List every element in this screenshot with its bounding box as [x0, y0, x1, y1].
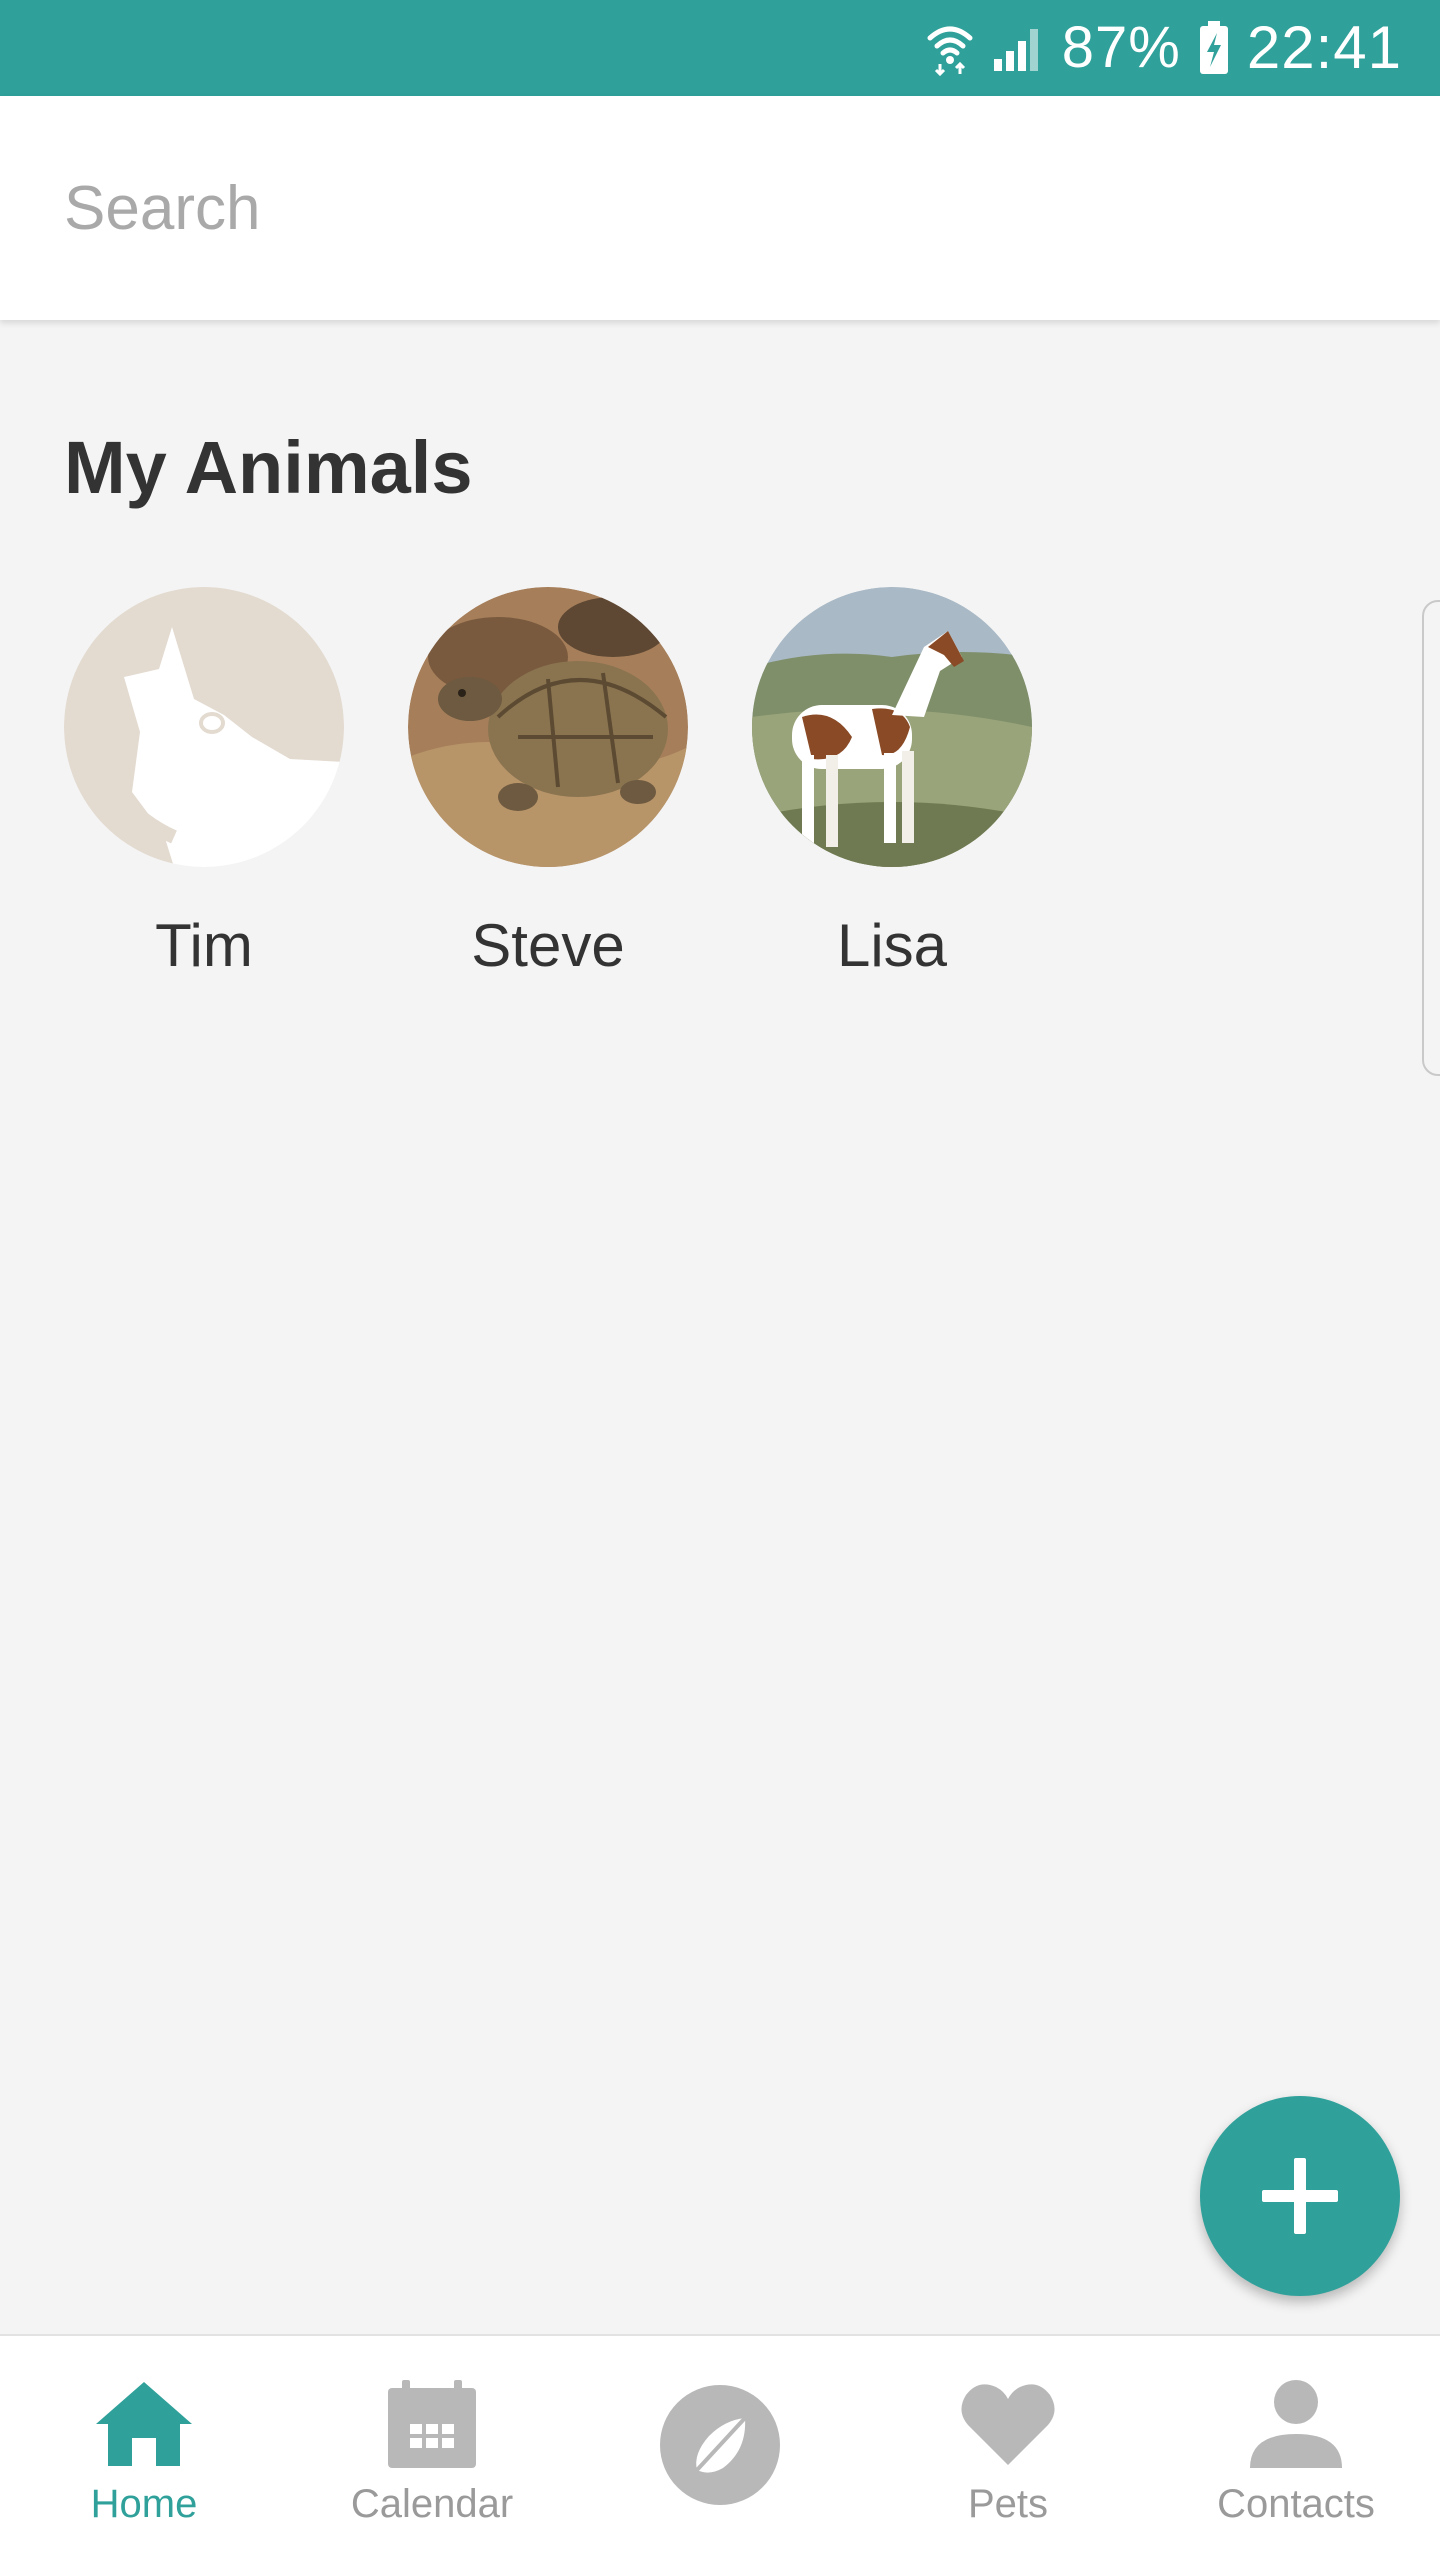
search-bar [0, 96, 1440, 320]
home-icon [96, 2382, 192, 2466]
bottom-nav: Home Calendar Pets Contacts [0, 2334, 1440, 2560]
animal-name: Lisa [836, 912, 948, 979]
battery-percent: 87% [1061, 15, 1181, 80]
person-icon [1250, 2380, 1342, 2468]
nav-explore[interactable] [576, 2336, 864, 2560]
nav-label: Pets [967, 2482, 1049, 2526]
app-screen: 87% 22:41 My Animals Tim [0, 0, 1440, 2560]
heart-icon [961, 2384, 1055, 2465]
animal-name: Tim [155, 912, 253, 979]
nav-home[interactable]: Home [0, 2336, 288, 2560]
nav-label: Contacts [1217, 2482, 1375, 2526]
calendar-icon [388, 2380, 476, 2468]
signal-icon [992, 25, 1044, 71]
dog-avatar[interactable] [64, 587, 344, 867]
side-panel-handle[interactable] [1422, 600, 1440, 1076]
clock: 22:41 [1246, 14, 1402, 81]
nav-label: Home [90, 2482, 198, 2526]
animal-name: Steve [471, 912, 625, 979]
compass-icon [660, 2385, 780, 2505]
animal-list: Tim Steve Lisa [64, 587, 1032, 980]
animal-item[interactable]: Steve [408, 587, 688, 980]
status-bar: 87% 22:41 [0, 0, 1440, 96]
wifi-icon [926, 20, 974, 76]
nav-contacts[interactable]: Contacts [1152, 2336, 1440, 2560]
nav-pets[interactable]: Pets [864, 2336, 1152, 2560]
animal-item[interactable]: Tim [64, 587, 344, 980]
search-input[interactable] [64, 172, 1264, 244]
add-animal-button[interactable] [1200, 2096, 1400, 2296]
plus-icon [1262, 2158, 1338, 2234]
battery-charging-icon [1199, 21, 1229, 75]
nav-calendar[interactable]: Calendar [288, 2336, 576, 2560]
section-title: My Animals [64, 426, 473, 509]
tortoise-avatar[interactable] [408, 587, 688, 867]
horse-avatar[interactable] [752, 587, 1032, 867]
animal-item[interactable]: Lisa [752, 587, 1032, 980]
nav-label: Calendar [350, 2482, 514, 2526]
